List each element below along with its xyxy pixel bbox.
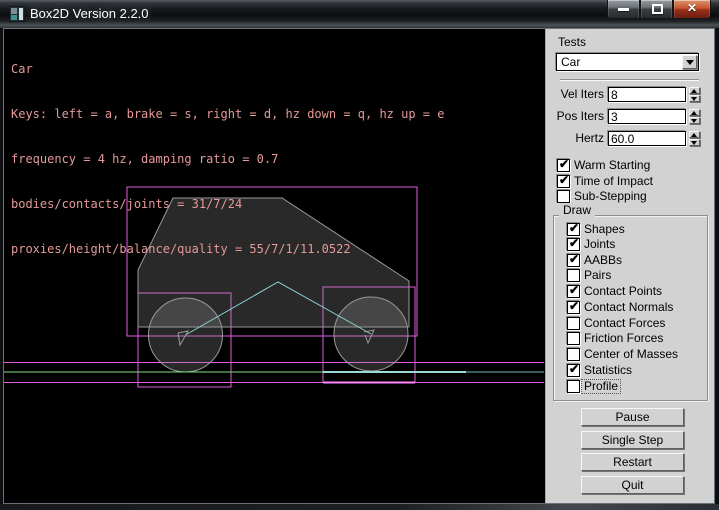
checkbox-label: Friction Forces (584, 332, 663, 345)
pos-iters-field[interactable] (608, 109, 686, 124)
stat-line-keys: Keys: left = a, brake = s, right = d, hz… (11, 107, 444, 122)
check-icon: ✔ (569, 252, 579, 266)
hertz-spin-up[interactable] (689, 131, 700, 138)
window-title: Box2D Version 2.2.0 (30, 6, 149, 21)
pos-iters-label: Pos Iters (546, 109, 604, 124)
draw-group-label: Draw (559, 203, 595, 217)
app-icon-pane (11, 15, 17, 20)
arrow-up-icon (691, 89, 697, 93)
app-icon-pane (11, 8, 17, 14)
checkbox-label: Statistics (584, 364, 632, 377)
tests-dropdown-button[interactable] (682, 55, 697, 69)
checkbox-label: Time of Impact (574, 175, 653, 188)
checkbox-box (567, 269, 580, 282)
checkbox-box: ✔ (567, 285, 580, 298)
checkbox-label: Warm Starting (574, 159, 650, 172)
checkbox-box: ✔ (567, 364, 580, 377)
checkbox-box: ✔ (567, 238, 580, 251)
tests-dropdown[interactable]: Car (556, 53, 699, 71)
check-icon: ✔ (569, 362, 579, 376)
pos-iters-spin-up[interactable] (689, 109, 700, 116)
vel-iters-field[interactable] (608, 87, 686, 102)
check-icon: ✔ (569, 221, 579, 235)
pause-button[interactable]: Pause (581, 408, 684, 426)
control-panel: Tests Car Vel Iters Pos Iters (545, 29, 714, 503)
check-icon: ✔ (559, 173, 569, 187)
checkbox-label: Contact Points (584, 285, 662, 298)
checkbox-label: AABBs (584, 254, 622, 267)
simulation-canvas[interactable]: Car Keys: left = a, brake = s, right = d… (4, 29, 545, 503)
vel-iters-input[interactable] (611, 88, 681, 101)
arrow-up-icon (691, 111, 697, 115)
app-icon[interactable] (9, 6, 25, 22)
minimize-button[interactable] (607, 0, 640, 19)
maximize-icon (652, 4, 663, 14)
checkbox-box (557, 190, 570, 203)
minimize-icon (618, 8, 629, 11)
pos-iters-spinner (689, 109, 700, 124)
stat-line-test-name: Car (11, 62, 444, 77)
stat-line-proxies: proxies/height/balance/quality = 55/7/1/… (11, 242, 444, 257)
vel-iters-spinner (689, 87, 700, 102)
check-icon: ✔ (569, 236, 579, 250)
checkbox-label: Sub-Stepping (574, 190, 647, 203)
close-icon: ✕ (674, 1, 710, 15)
checkbox-label: Pairs (584, 269, 611, 282)
title-bar[interactable]: Box2D Version 2.2.0 ✕ (0, 0, 719, 28)
hertz-field[interactable] (608, 131, 686, 146)
quit-button[interactable]: Quit (581, 476, 684, 494)
pos-iters-input[interactable] (611, 110, 681, 123)
checkbox-box: ✔ (557, 159, 570, 172)
arrow-down-icon (691, 119, 697, 123)
vel-iters-label: Vel Iters (546, 87, 604, 102)
checkbox-label: Profile (582, 380, 620, 393)
restart-button[interactable]: Restart (581, 453, 684, 471)
checkbox-box: ✔ (567, 254, 580, 267)
separator (560, 79, 699, 81)
checkbox-label: Center of Masses (584, 348, 678, 361)
hertz-input[interactable] (611, 132, 681, 145)
tests-label: Tests (558, 35, 586, 49)
checkbox-label: Contact Forces (584, 317, 665, 330)
close-button[interactable]: ✕ (673, 0, 711, 19)
caption-buttons: ✕ (607, 0, 711, 19)
checkbox-label: Joints (584, 238, 615, 251)
checkbox-box (567, 332, 580, 345)
checkbox-box: ✔ (567, 223, 580, 236)
checkbox-label: Contact Normals (584, 301, 673, 314)
pos-iters-spin-down[interactable] (689, 117, 700, 124)
checkbox-label: Shapes (584, 223, 625, 236)
debug-statistics-text: Car Keys: left = a, brake = s, right = d… (11, 32, 444, 287)
maximize-button[interactable] (640, 0, 673, 19)
checkbox-box: ✔ (557, 175, 570, 188)
client-area: Car Keys: left = a, brake = s, right = d… (4, 29, 714, 503)
checkbox-box (567, 317, 580, 330)
checkbox-box (567, 380, 580, 393)
tests-dropdown-value: Car (561, 55, 580, 69)
hertz-spin-down[interactable] (689, 139, 700, 146)
hertz-label: Hertz (546, 131, 604, 146)
stat-line-frequency: frequency = 4 hz, damping ratio = 0.7 (11, 152, 444, 167)
chevron-down-icon (686, 60, 694, 65)
single-step-button[interactable]: Single Step (581, 431, 684, 449)
window-bottom-frame (0, 504, 719, 510)
hertz-spinner (689, 131, 700, 146)
arrow-up-icon (691, 133, 697, 137)
app-window: Box2D Version 2.2.0 ✕ (0, 0, 719, 510)
check-icon: ✔ (559, 157, 569, 171)
arrow-down-icon (691, 141, 697, 145)
app-icon-pane (19, 8, 23, 20)
vel-iters-spin-down[interactable] (689, 95, 700, 102)
stat-line-counts: bodies/contacts/joints = 31/7/24 (11, 197, 444, 212)
checkbox-box (567, 348, 580, 361)
vel-iters-spin-up[interactable] (689, 87, 700, 94)
arrow-down-icon (691, 97, 697, 101)
check-icon: ✔ (569, 299, 579, 313)
check-icon: ✔ (569, 283, 579, 297)
checkbox-box: ✔ (567, 301, 580, 314)
